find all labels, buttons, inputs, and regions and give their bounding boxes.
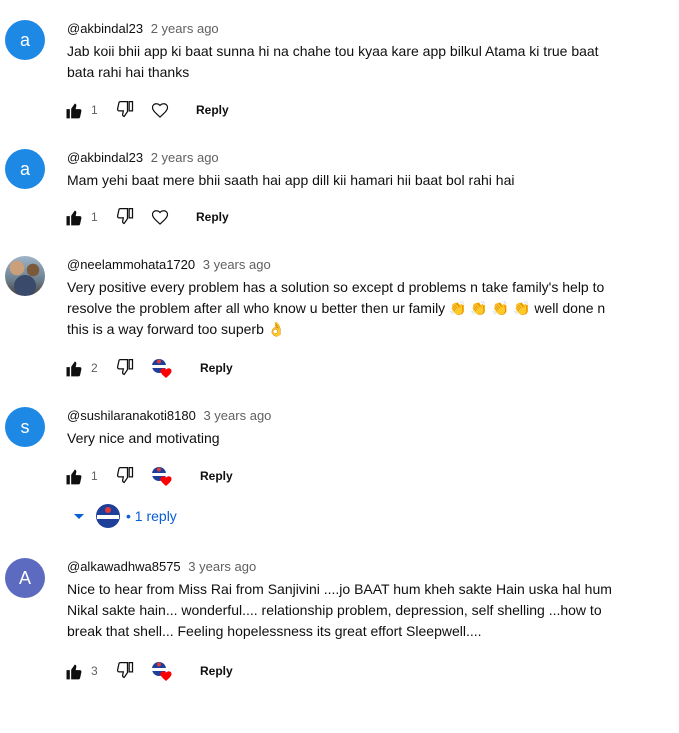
comment-text: Very positive every problem has a soluti… bbox=[67, 279, 606, 337]
like-count: 3 bbox=[91, 664, 98, 678]
replies-count[interactable]: • 1 reply bbox=[126, 508, 177, 524]
reply-button[interactable]: Reply bbox=[196, 103, 229, 117]
comment-actions: 1 Reply bbox=[64, 99, 229, 121]
comment-body: @neelammohata1720 3 years ago Very posit… bbox=[67, 256, 663, 340]
thumbs-down-icon[interactable] bbox=[115, 661, 135, 681]
view-replies-button[interactable]: • 1 reply bbox=[72, 504, 177, 528]
comment-meta: @sushilaranakoti8180 3 years ago bbox=[67, 407, 663, 425]
comment-text: Jab koii bhii app ki baat sunna hi na ch… bbox=[67, 43, 599, 80]
thumbs-down-icon[interactable] bbox=[115, 466, 135, 486]
comment-time[interactable]: 2 years ago bbox=[151, 150, 219, 165]
caret-down-icon bbox=[72, 509, 86, 523]
comment-time[interactable]: 2 years ago bbox=[151, 21, 219, 36]
avatar[interactable]: a bbox=[5, 149, 45, 189]
comment-author[interactable]: @sushilaranakoti8180 bbox=[67, 408, 196, 423]
comment-meta: @alkawadhwa8575 3 years ago bbox=[67, 558, 663, 576]
comment-actions: 3 Reply bbox=[64, 660, 233, 682]
avatar-letter: A bbox=[18, 567, 31, 588]
creator-avatar bbox=[96, 504, 120, 528]
avatar[interactable] bbox=[5, 256, 45, 296]
reply-button[interactable]: Reply bbox=[200, 664, 233, 678]
comment-time[interactable]: 3 years ago bbox=[203, 257, 271, 272]
comment-text: Very nice and motivating bbox=[67, 430, 220, 446]
heart-outline-icon[interactable] bbox=[150, 207, 170, 227]
avatar-letter: a bbox=[19, 158, 30, 179]
thumbs-up-icon[interactable] bbox=[64, 207, 84, 227]
comment-actions: 1 Reply bbox=[64, 465, 233, 487]
comment-body: @akbindal23 2 years ago Jab koii bhii ap… bbox=[67, 20, 663, 83]
creator-heart-icon[interactable] bbox=[150, 357, 174, 379]
heart-outline-icon[interactable] bbox=[150, 100, 170, 120]
like-count: 1 bbox=[91, 469, 98, 483]
avatar[interactable]: s bbox=[5, 407, 45, 447]
comment-body: @akbindal23 2 years ago Mam yehi baat me… bbox=[67, 149, 663, 191]
comment-meta: @akbindal23 2 years ago bbox=[67, 149, 663, 167]
comment-meta: @neelammohata1720 3 years ago bbox=[67, 256, 663, 274]
comment-actions: 2 Reply bbox=[64, 357, 233, 379]
comment-author[interactable]: @akbindal23 bbox=[67, 21, 143, 36]
thumbs-down-icon[interactable] bbox=[115, 207, 135, 227]
comment-author[interactable]: @alkawadhwa8575 bbox=[67, 559, 181, 574]
comment-body: @sushilaranakoti8180 3 years ago Very ni… bbox=[67, 407, 663, 449]
avatar[interactable]: a bbox=[5, 20, 45, 60]
reply-button[interactable]: Reply bbox=[200, 361, 233, 375]
avatar-letter: a bbox=[19, 29, 30, 50]
avatar-letter: s bbox=[20, 416, 30, 437]
reply-button[interactable]: Reply bbox=[196, 210, 229, 224]
thumbs-down-icon[interactable] bbox=[115, 358, 135, 378]
like-count: 1 bbox=[91, 103, 98, 117]
comment-thread: a @akbindal23 2 years ago Jab koii bhii … bbox=[0, 0, 679, 733]
comment-actions: 1 Reply bbox=[64, 206, 229, 228]
comment-author[interactable]: @neelammohata1720 bbox=[67, 257, 195, 272]
thumbs-up-icon[interactable] bbox=[64, 358, 84, 378]
comment-body: @alkawadhwa8575 3 years ago Nice to hear… bbox=[67, 558, 663, 642]
creator-heart-icon[interactable] bbox=[150, 660, 174, 682]
thumbs-down-icon[interactable] bbox=[115, 100, 135, 120]
like-count: 1 bbox=[91, 210, 98, 224]
comment-meta: @akbindal23 2 years ago bbox=[67, 20, 663, 38]
avatar[interactable]: A bbox=[5, 558, 45, 598]
creator-heart-icon[interactable] bbox=[150, 465, 174, 487]
thumbs-up-icon[interactable] bbox=[64, 466, 84, 486]
thumbs-up-icon[interactable] bbox=[64, 100, 84, 120]
like-count: 2 bbox=[91, 361, 98, 375]
comment-time[interactable]: 3 years ago bbox=[203, 408, 271, 423]
comment-text: Nice to hear from Miss Rai from Sanjivin… bbox=[67, 581, 612, 639]
comment-author[interactable]: @akbindal23 bbox=[67, 150, 143, 165]
comment-time[interactable]: 3 years ago bbox=[188, 559, 256, 574]
reply-button[interactable]: Reply bbox=[200, 469, 233, 483]
comment-text: Mam yehi baat mere bhii saath hai app di… bbox=[67, 172, 515, 188]
thumbs-up-icon[interactable] bbox=[64, 661, 84, 681]
